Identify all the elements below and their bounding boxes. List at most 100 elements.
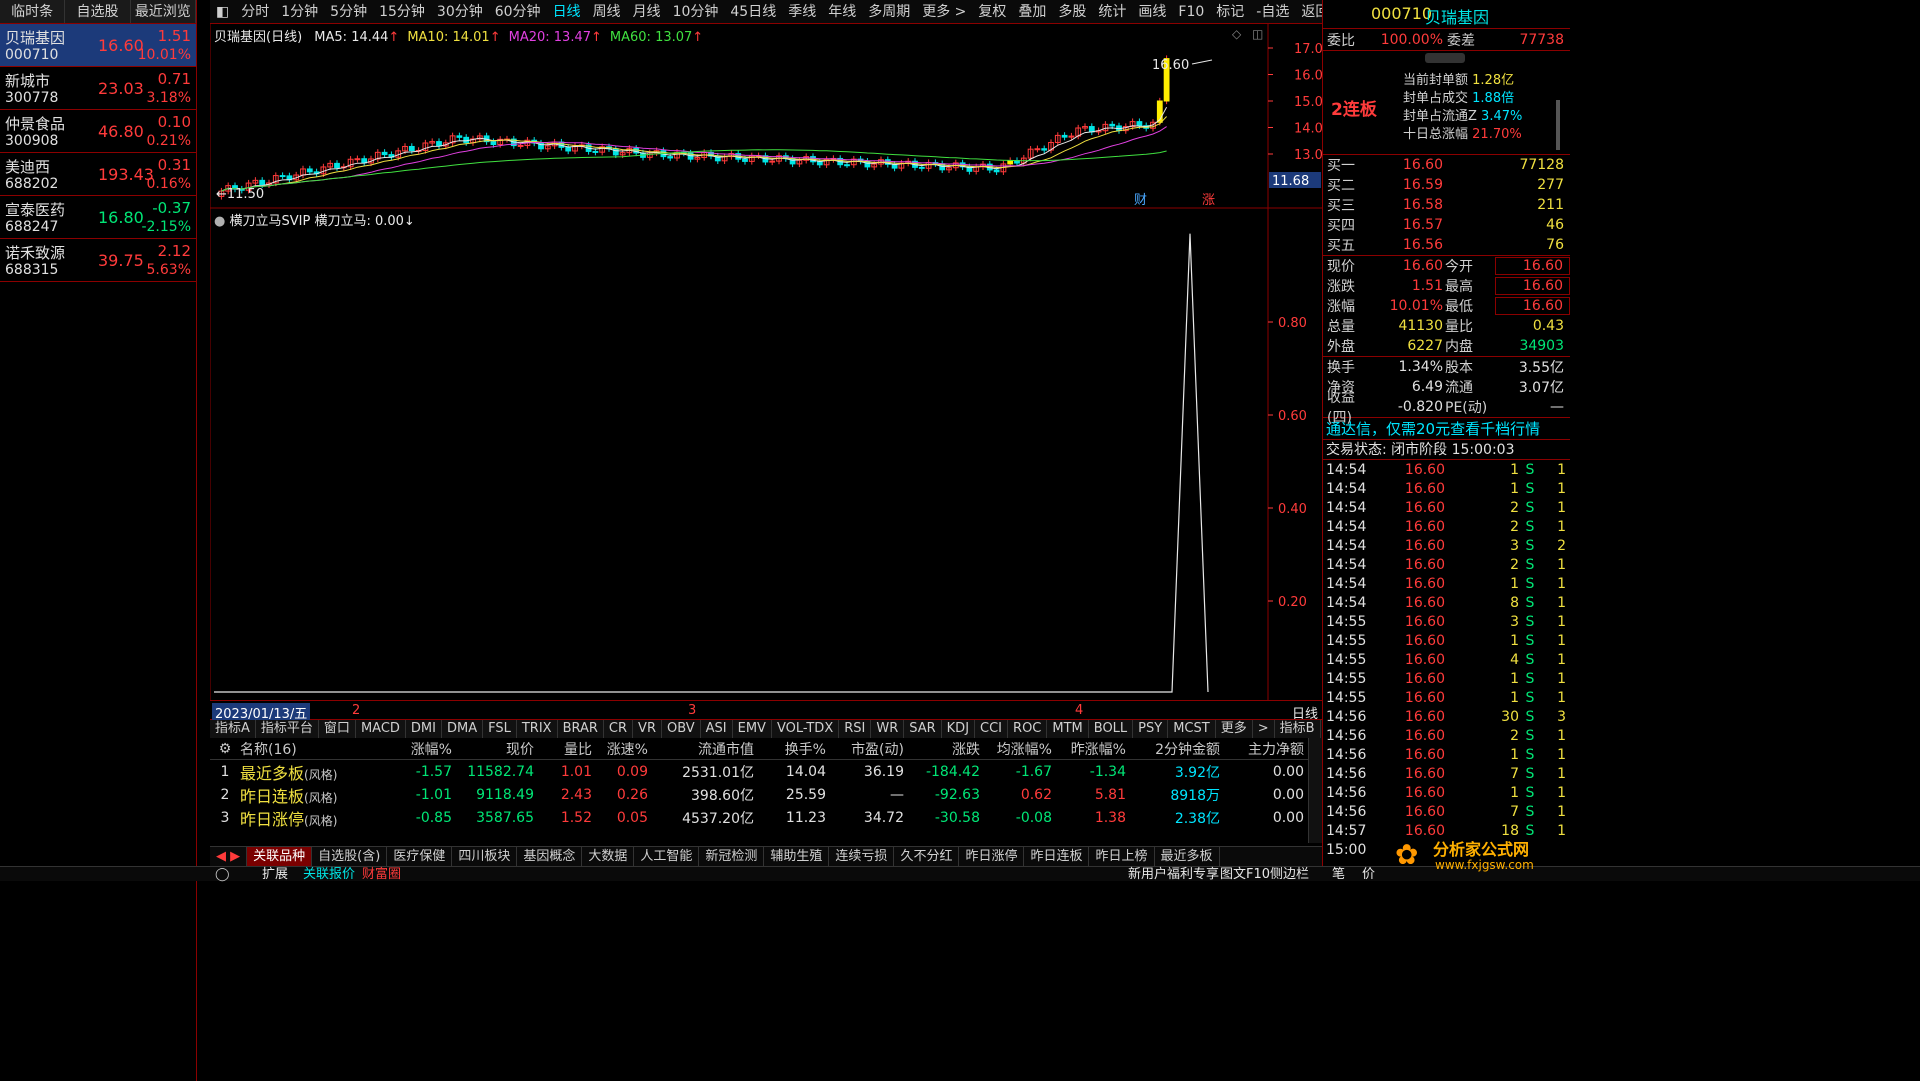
sector-tab[interactable]: 关联品种 bbox=[247, 847, 313, 866]
period-tab[interactable]: 45日线 bbox=[724, 0, 782, 24]
toggle-switch-icon[interactable]: ◯ bbox=[215, 867, 230, 882]
period-tab[interactable]: 多周期 bbox=[862, 0, 916, 24]
sector-tab[interactable]: 昨日连板 bbox=[1024, 847, 1090, 866]
table-scrollbar[interactable] bbox=[1308, 738, 1322, 843]
bid-row[interactable]: 买一 16.60 77128 bbox=[1323, 155, 1570, 175]
table-column-header[interactable]: 涨速% bbox=[592, 739, 648, 759]
table-column-header[interactable]: 现价 bbox=[452, 739, 534, 759]
table-column-header[interactable]: 量比 bbox=[534, 739, 592, 759]
table-column-header[interactable]: 2分钟金额 bbox=[1126, 739, 1220, 759]
indicator-tab[interactable]: KDJ bbox=[942, 720, 976, 738]
period-tab[interactable]: 周线 bbox=[587, 0, 627, 24]
indicator-tab[interactable]: 更多 bbox=[1216, 720, 1253, 738]
sector-tab[interactable]: 连续亏损 bbox=[829, 847, 895, 866]
sector-tab[interactable]: 自选股(含) bbox=[312, 847, 388, 866]
period-tab[interactable]: 日线 bbox=[547, 0, 587, 24]
indicator-tab[interactable]: RSI bbox=[839, 720, 872, 738]
bid-row[interactable]: 买四 16.57 46 bbox=[1323, 215, 1570, 235]
period-tab[interactable]: 15分钟 bbox=[373, 0, 431, 24]
indicator-tab[interactable]: MTM bbox=[1047, 720, 1089, 738]
toolbar-button[interactable]: -自选 bbox=[1250, 0, 1295, 24]
sector-tab[interactable]: 新冠检测 bbox=[699, 847, 765, 866]
stock-list-item[interactable]: 贝瑞基因 000710 16.60 1.51 10.01% bbox=[0, 24, 196, 67]
indicator-tab[interactable]: ROC bbox=[1008, 720, 1048, 738]
status-new-user[interactable]: 新用户福利专享 bbox=[1128, 867, 1219, 882]
indicator-tab[interactable]: DMI bbox=[406, 720, 442, 738]
indicator-tab[interactable]: ASI bbox=[701, 720, 733, 738]
stock-list-item[interactable]: 美迪西 688202 193.43 0.31 0.16% bbox=[0, 153, 196, 196]
indicator-tab[interactable]: FSL bbox=[483, 720, 517, 738]
indicator-tab[interactable]: MCST bbox=[1168, 720, 1216, 738]
indicator-tab[interactable]: MACD bbox=[356, 720, 406, 738]
indicator-tab[interactable]: > bbox=[1253, 720, 1275, 738]
status-wealth-circle[interactable]: 财富圈 bbox=[362, 867, 401, 882]
status-tick[interactable]: 笔 bbox=[1332, 867, 1345, 882]
period-tab[interactable]: 30分钟 bbox=[431, 0, 489, 24]
kline-chart[interactable]: 17.00 16.00 15.00 14.00 13.00 11.68 16.60 ←11.5… bbox=[210, 24, 1322, 700]
table-column-header[interactable]: 涨幅% bbox=[380, 739, 452, 759]
status-related-quote[interactable]: 关联报价 bbox=[303, 867, 355, 882]
sector-tab[interactable]: 医疗保健 bbox=[387, 847, 453, 866]
stock-list-item[interactable]: 诺禾致源 688315 39.75 2.12 5.63% bbox=[0, 239, 196, 282]
period-tab[interactable]: 10分钟 bbox=[667, 0, 725, 24]
toolbar-button[interactable]: 统计 bbox=[1092, 0, 1132, 24]
bid-row[interactable]: 买三 16.58 211 bbox=[1323, 195, 1570, 215]
indicator-tab[interactable]: CCI bbox=[975, 720, 1009, 738]
period-tab[interactable]: 年线 bbox=[822, 0, 862, 24]
indicator-tab[interactable]: VR bbox=[633, 720, 662, 738]
tab-watchlist[interactable]: 自选股 bbox=[65, 0, 131, 23]
settings-gear-icon[interactable]: ⚙ bbox=[210, 741, 240, 757]
status-f10[interactable]: 图文F10 bbox=[1220, 867, 1270, 882]
table-column-header[interactable]: 均涨幅% bbox=[980, 739, 1052, 759]
indicator-tab[interactable]: EMV bbox=[733, 720, 772, 738]
indicator-tab[interactable]: BOLL bbox=[1089, 720, 1134, 738]
stock-list-item[interactable]: 新城市 300778 23.03 0.71 3.18% bbox=[0, 67, 196, 110]
sector-tab[interactable]: 大数据 bbox=[582, 847, 635, 866]
seal-scrollbar[interactable] bbox=[1556, 100, 1560, 150]
indicator-tab[interactable]: 指标B bbox=[1275, 720, 1321, 738]
indicator-tab[interactable]: DMA bbox=[442, 720, 484, 738]
sector-tab[interactable]: 久不分红 bbox=[894, 847, 960, 866]
sector-tab[interactable]: 基因概念 bbox=[517, 847, 583, 866]
settings-dot-icon[interactable]: ● bbox=[214, 214, 225, 229]
sector-tab[interactable]: 昨日上榜 bbox=[1089, 847, 1155, 866]
period-tab[interactable]: 5分钟 bbox=[324, 0, 373, 24]
indicator-tab[interactable]: 指标平台 bbox=[256, 720, 319, 738]
toolbar-button[interactable]: F10 bbox=[1172, 0, 1210, 24]
table-column-header[interactable]: 流通市值 bbox=[648, 739, 754, 759]
toggle-panel-icon[interactable]: ◧ bbox=[210, 0, 235, 24]
indicator-tab[interactable]: 窗口 bbox=[319, 720, 356, 738]
table-column-header[interactable]: 市盈(动) bbox=[826, 739, 904, 759]
sector-tab[interactable]: 辅助生殖 bbox=[764, 847, 830, 866]
indicator-tab[interactable]: OBV bbox=[662, 720, 701, 738]
prev-arrow-icon[interactable]: ◀ ▶ bbox=[210, 847, 248, 866]
tab-recent[interactable]: 最近浏览 bbox=[131, 0, 196, 23]
toolbar-button[interactable]: 复权 bbox=[972, 0, 1012, 24]
toolbar-button[interactable]: 标记 bbox=[1210, 0, 1250, 24]
toolbar-button[interactable]: 多股 bbox=[1052, 0, 1092, 24]
table-column-header[interactable]: 换手% bbox=[754, 739, 826, 759]
period-tab[interactable]: 更多 > bbox=[916, 0, 972, 24]
sector-tab[interactable]: 最近多板 bbox=[1155, 847, 1220, 866]
indicator-tab[interactable]: BRAR bbox=[558, 720, 604, 738]
sector-tab[interactable]: 昨日涨停 bbox=[959, 847, 1025, 866]
period-tab[interactable]: 分时 bbox=[235, 0, 275, 24]
table-column-header[interactable]: 名称(16) bbox=[240, 739, 380, 759]
toolbar-button[interactable]: 画线 bbox=[1132, 0, 1172, 24]
collapse-handle[interactable] bbox=[1425, 53, 1465, 63]
tab-temp-condition[interactable]: 临时条件.. bbox=[0, 0, 66, 44]
stock-list-item[interactable]: 宣泰医药 688247 16.80 -0.37 -2.15% bbox=[0, 196, 196, 239]
table-column-header[interactable]: 主力净额 bbox=[1220, 739, 1304, 759]
toolbar-button[interactable]: 叠加 bbox=[1012, 0, 1052, 24]
indicator-tab[interactable]: PSY bbox=[1133, 720, 1169, 738]
indicator-tab[interactable]: CR bbox=[604, 720, 634, 738]
period-tab[interactable]: 60分钟 bbox=[489, 0, 547, 24]
sector-tab[interactable]: 人工智能 bbox=[634, 847, 700, 866]
bid-row[interactable]: 买二 16.59 277 bbox=[1323, 175, 1570, 195]
sector-tab[interactable]: 四川板块 bbox=[452, 847, 518, 866]
chart-canvas[interactable]: 17.00 16.00 15.00 14.00 13.00 11.68 16.60 ←11.5… bbox=[210, 24, 1322, 700]
indicator-tab[interactable]: TRIX bbox=[517, 720, 558, 738]
status-sidebar[interactable]: 侧边栏 bbox=[1270, 867, 1309, 882]
indicator-tab[interactable]: VOL-TDX bbox=[772, 720, 840, 738]
period-tab[interactable]: 1分钟 bbox=[275, 0, 324, 24]
